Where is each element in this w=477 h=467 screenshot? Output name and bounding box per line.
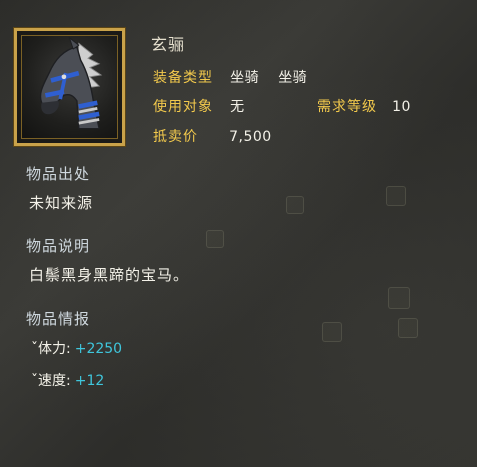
map-marker-5 bbox=[322, 322, 342, 342]
equip-type-label: 装备类型 bbox=[153, 70, 213, 86]
item-tooltip: 玄骊 装备类型 坐骑 坐骑 使用对象 无 需求等级 10 抵卖价 7,500 物… bbox=[0, 0, 477, 467]
sell-price-label: 抵卖价 bbox=[153, 129, 198, 145]
description-title: 物品说明 bbox=[26, 237, 91, 255]
item-portrait-frame bbox=[13, 27, 126, 147]
map-marker-1 bbox=[286, 196, 304, 214]
use-target-value: 无 bbox=[230, 99, 245, 115]
horse-head-icon bbox=[21, 35, 118, 139]
stat-speed-value: +12 bbox=[74, 373, 105, 389]
equip-type-value-1: 坐骑 bbox=[230, 70, 260, 86]
stat-stamina-value: +2250 bbox=[74, 341, 123, 357]
sell-price-value: 7,500 bbox=[229, 129, 272, 145]
map-marker-4 bbox=[398, 318, 418, 338]
map-marker-6 bbox=[206, 230, 224, 248]
level-req-row: 需求等级 10 bbox=[317, 96, 411, 116]
stat-stamina: ˇ体力: +2250 bbox=[31, 338, 122, 358]
origin-value: 未知来源 bbox=[29, 194, 94, 212]
stat-stamina-label: ˇ体力: bbox=[31, 341, 71, 357]
horse-head-svg bbox=[39, 36, 103, 130]
use-target-row: 使用对象 无 bbox=[153, 96, 245, 116]
map-marker-2 bbox=[386, 186, 406, 206]
description-value: 白鬃黑身黑蹄的宝马。 bbox=[29, 266, 190, 284]
level-req-value: 10 bbox=[392, 99, 411, 115]
sell-price-row: 抵卖价 7,500 bbox=[153, 126, 272, 146]
origin-title: 物品出处 bbox=[26, 165, 91, 183]
equip-type-row: 装备类型 坐骑 坐骑 bbox=[153, 67, 307, 87]
level-req-label: 需求等级 bbox=[317, 99, 377, 115]
info-title: 物品情报 bbox=[26, 310, 91, 328]
stat-speed: ˇ速度: +12 bbox=[31, 370, 104, 390]
item-name: 玄骊 bbox=[151, 35, 186, 54]
equip-type-value-2: 坐骑 bbox=[278, 70, 308, 86]
use-target-label: 使用对象 bbox=[153, 99, 213, 115]
stat-speed-label: ˇ速度: bbox=[31, 373, 71, 389]
map-marker-3 bbox=[388, 287, 410, 309]
